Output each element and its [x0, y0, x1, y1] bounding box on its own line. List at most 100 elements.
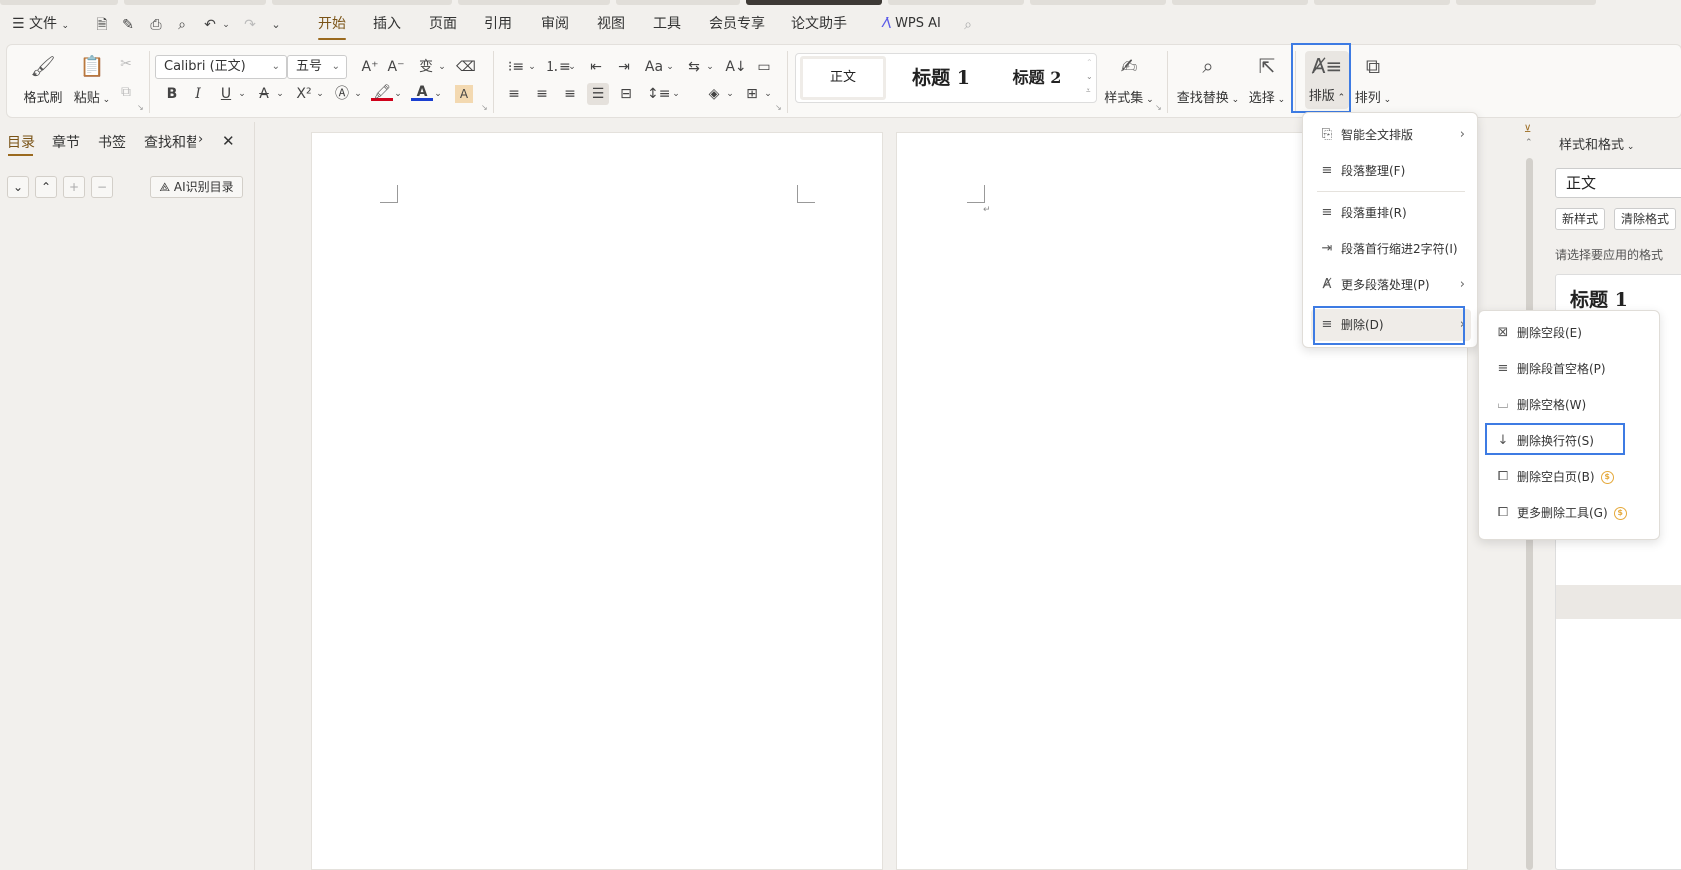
select-button[interactable]: ⇱ 选择 ⌄ — [1245, 53, 1289, 106]
clear-format-button[interactable]: 清除格式 — [1614, 208, 1677, 230]
italic-icon[interactable]: I — [187, 83, 209, 105]
chevron-down-icon[interactable]: ⌄ — [757, 83, 779, 105]
save-icon[interactable]: 🗎 — [94, 17, 110, 33]
styles-dialog-launcher-icon[interactable]: ↘ — [1155, 103, 1162, 112]
menu-item-smart-typeset[interactable]: ⎘ 智能全文排版 › — [1311, 119, 1471, 151]
collapse-all-button[interactable]: ⌄ — [7, 176, 29, 198]
decrease-indent-icon[interactable]: ⇤ — [585, 56, 607, 78]
styles-gallery-scroll[interactable]: ⌃ ⌄ ⩡ — [1086, 56, 1096, 98]
chevron-down-icon[interactable]: ⌄ — [347, 83, 369, 105]
paste-button[interactable]: 📋 粘贴 ⌄ — [71, 53, 113, 106]
scroll-up-icon[interactable]: ⌃ — [1525, 138, 1533, 148]
chevron-down-icon[interactable]: ⌄ — [231, 83, 253, 105]
demote-button[interactable]: − — [91, 176, 113, 198]
quick-access-more-icon[interactable]: ⌄ — [268, 17, 284, 33]
chevron-down-icon[interactable]: ⌄ — [561, 56, 583, 78]
menu-item-delete-leading-spaces[interactable]: ≡ 删除段首空格(P) — [1487, 353, 1647, 385]
menu-item-paragraph-reflow[interactable]: ≡ 段落重排(R) — [1311, 197, 1471, 229]
menu-item-delete-empty-paragraph[interactable]: ⊠ 删除空段(E) — [1487, 317, 1647, 349]
scroll-down-icon[interactable]: ⌄ — [1086, 70, 1096, 84]
redo-icon[interactable]: ↷ — [242, 17, 258, 33]
style-set-button[interactable]: ✍ 样式集 ⌄ — [1103, 53, 1155, 106]
cut-icon[interactable]: ✂ — [115, 53, 137, 75]
promote-button[interactable]: + — [63, 176, 85, 198]
font-name-select[interactable]: Calibri (正文) ⌄ — [155, 55, 287, 79]
print-preview-icon[interactable]: ⌕ — [174, 17, 190, 33]
panel-title[interactable]: 样式和格式 ⌄ — [1559, 134, 1634, 153]
menu-item-paragraph-tidy[interactable]: ≡ 段落整理(F) — [1311, 155, 1471, 187]
format-painter-button[interactable]: 🖌 格式刷 — [23, 53, 63, 106]
print-icon[interactable]: ⎙ — [148, 17, 164, 33]
menu-item-more-delete-tools[interactable]: ⧠ 更多删除工具(G) $ — [1487, 497, 1657, 529]
character-shading-icon[interactable]: A — [455, 85, 473, 103]
undo-icon[interactable]: ↶ — [202, 17, 218, 33]
tab-view[interactable]: 视图 — [597, 8, 625, 40]
menu-item-delete-blank-page[interactable]: ⧠ 删除空白页(B) $ — [1487, 461, 1657, 493]
wps-ai-button[interactable]: ⁄\ WPS AI — [884, 8, 941, 40]
arrange-button[interactable]: ⧉ 排列 ⌄ — [1351, 53, 1395, 106]
window-tab[interactable] — [888, 0, 1024, 5]
style-heading1-card[interactable]: 标题 1 — [896, 56, 986, 100]
menu-item-first-line-indent[interactable]: ⇥ 段落首行缩进2字符(I) — [1311, 233, 1471, 265]
tab-thesis-assistant[interactable]: 论文助手 — [791, 8, 847, 40]
bold-icon[interactable]: B — [161, 83, 183, 105]
justify-icon[interactable]: ☰ — [587, 83, 609, 105]
expand-all-button[interactable]: ⌃ — [35, 176, 57, 198]
nav-tab-chapter[interactable]: 章节 — [52, 132, 80, 152]
decrease-font-icon[interactable]: A⁻ — [385, 56, 407, 78]
align-left-icon[interactable]: ≡ — [503, 83, 525, 105]
font-dialog-launcher-icon[interactable]: ↘ — [481, 103, 488, 112]
find-replace-button[interactable]: ⌕ 查找替换 ⌄ — [1173, 53, 1243, 106]
copy-icon[interactable]: ⧉ — [115, 81, 137, 103]
chevron-down-icon[interactable]: ⌄ — [719, 83, 741, 105]
menu-item-more-paragraph[interactable]: Ⱥ 更多段落处理(P) › — [1311, 269, 1471, 301]
chevron-down-icon[interactable]: ⌄ — [387, 83, 409, 105]
ai-recognize-toc-button[interactable]: ⟁ AI识别目录 — [150, 176, 243, 198]
distributed-align-icon[interactable]: ⊟ — [615, 83, 637, 105]
ruler-toggle-icon[interactable]: ⊻ — [1524, 124, 1531, 135]
scroll-up-icon[interactable]: ⌃ — [1086, 56, 1096, 70]
chevron-down-icon[interactable]: ⌄ — [521, 56, 543, 78]
chevron-down-icon[interactable]: ⌄ — [431, 56, 453, 78]
style-heading2-card[interactable]: 标题 2 — [992, 56, 1082, 100]
window-tab[interactable] — [1030, 0, 1166, 5]
current-style-field[interactable]: 正文 — [1555, 168, 1681, 198]
tab-page[interactable]: 页面 — [429, 8, 457, 40]
tab-review[interactable]: 审阅 — [541, 8, 569, 40]
window-tab[interactable] — [616, 0, 740, 5]
show-hide-marks-icon[interactable]: ▭ — [753, 56, 775, 78]
clipboard-dialog-launcher-icon[interactable]: ↘ — [137, 103, 144, 112]
document-page-1[interactable] — [311, 132, 883, 870]
align-center-icon[interactable]: ≡ — [531, 83, 553, 105]
window-tab-active[interactable] — [746, 0, 882, 5]
chevron-down-icon[interactable]: ⌄ — [699, 56, 721, 78]
style-normal-card[interactable]: 正文 — [800, 56, 886, 100]
tab-member[interactable]: 会员专享 — [709, 8, 765, 40]
window-tab[interactable] — [0, 0, 118, 5]
tab-tools[interactable]: 工具 — [653, 8, 681, 40]
chevron-down-icon[interactable]: ⌄ — [665, 83, 687, 105]
export-pdf-icon[interactable]: ✎ — [120, 17, 136, 33]
window-tab[interactable] — [1172, 0, 1308, 5]
nav-tab-bookmark[interactable]: 书签 — [98, 132, 126, 152]
font-size-select[interactable]: 五号 ⌄ — [287, 55, 347, 79]
sort-icon[interactable]: A↓ — [725, 56, 747, 78]
window-tab[interactable] — [1314, 0, 1450, 5]
chevron-down-icon[interactable]: ⌄ — [427, 83, 449, 105]
chevron-down-icon[interactable]: ⌄ — [309, 83, 331, 105]
undo-dropdown-icon[interactable]: ⌄ — [218, 17, 234, 33]
search-icon[interactable]: ⌕ — [960, 17, 976, 33]
file-menu[interactable]: ☰ 文件 ⌄ — [12, 8, 69, 40]
gallery-expand-icon[interactable]: ⩡ — [1086, 84, 1096, 98]
paragraph-dialog-launcher-icon[interactable]: ↘ — [775, 103, 782, 112]
new-style-button[interactable]: 新样式 — [1555, 208, 1606, 230]
window-tab[interactable] — [458, 0, 610, 5]
nav-tab-find[interactable]: 查找和替 — [144, 132, 196, 152]
window-tab[interactable] — [124, 0, 266, 5]
close-icon[interactable]: ✕ — [222, 132, 235, 150]
align-right-icon[interactable]: ≡ — [559, 83, 581, 105]
window-tab[interactable] — [272, 0, 452, 5]
style-list-selected-row[interactable] — [1556, 585, 1681, 619]
tab-home[interactable]: 开始 — [318, 8, 346, 40]
increase-font-icon[interactable]: A⁺ — [359, 56, 381, 78]
